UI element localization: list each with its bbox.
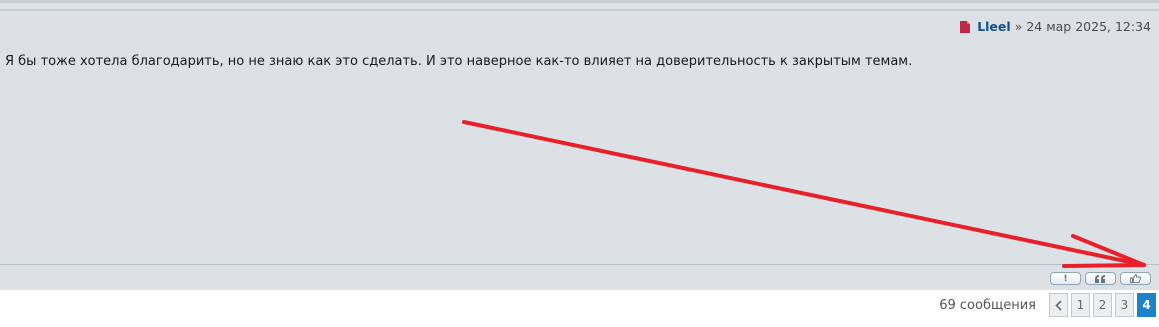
message-count: 69 сообщения [939,297,1036,313]
report-label: ! [1063,273,1068,284]
post-meta: Lleel » 24 мар 2025, 12:34 [960,19,1151,34]
chevron-left-icon [1055,299,1062,311]
post-buttons: ! [1050,272,1151,285]
quote-button[interactable] [1085,272,1116,285]
page-link-1[interactable]: 1 [1071,293,1090,317]
post-content: Я бы тоже хотела благодарить, но не знаю… [5,54,913,69]
thanks-button[interactable] [1120,272,1151,285]
report-button[interactable]: ! [1050,272,1081,285]
page-link-2[interactable]: 2 [1093,293,1112,317]
page-link-4-current[interactable]: 4 [1137,293,1156,317]
post-file-icon[interactable] [960,20,971,33]
pagination-bar: 69 сообщения 1 2 3 4 [939,293,1156,317]
prev-page-button[interactable] [1049,293,1068,317]
post-date: 24 мар 2025, 12:34 [1026,19,1151,34]
post-bottom-divider [0,264,1159,265]
post-top-divider [0,9,1159,11]
annotation-arrow [462,120,1146,268]
post-meta-separator: » [1014,19,1023,34]
post: Lleel » 24 мар 2025, 12:34 Я бы тоже хот… [0,0,1159,290]
quote-icon [1094,274,1107,283]
post-author-link[interactable]: Lleel [977,19,1011,34]
thumbs-up-icon [1130,274,1141,283]
page-link-3[interactable]: 3 [1115,293,1134,317]
